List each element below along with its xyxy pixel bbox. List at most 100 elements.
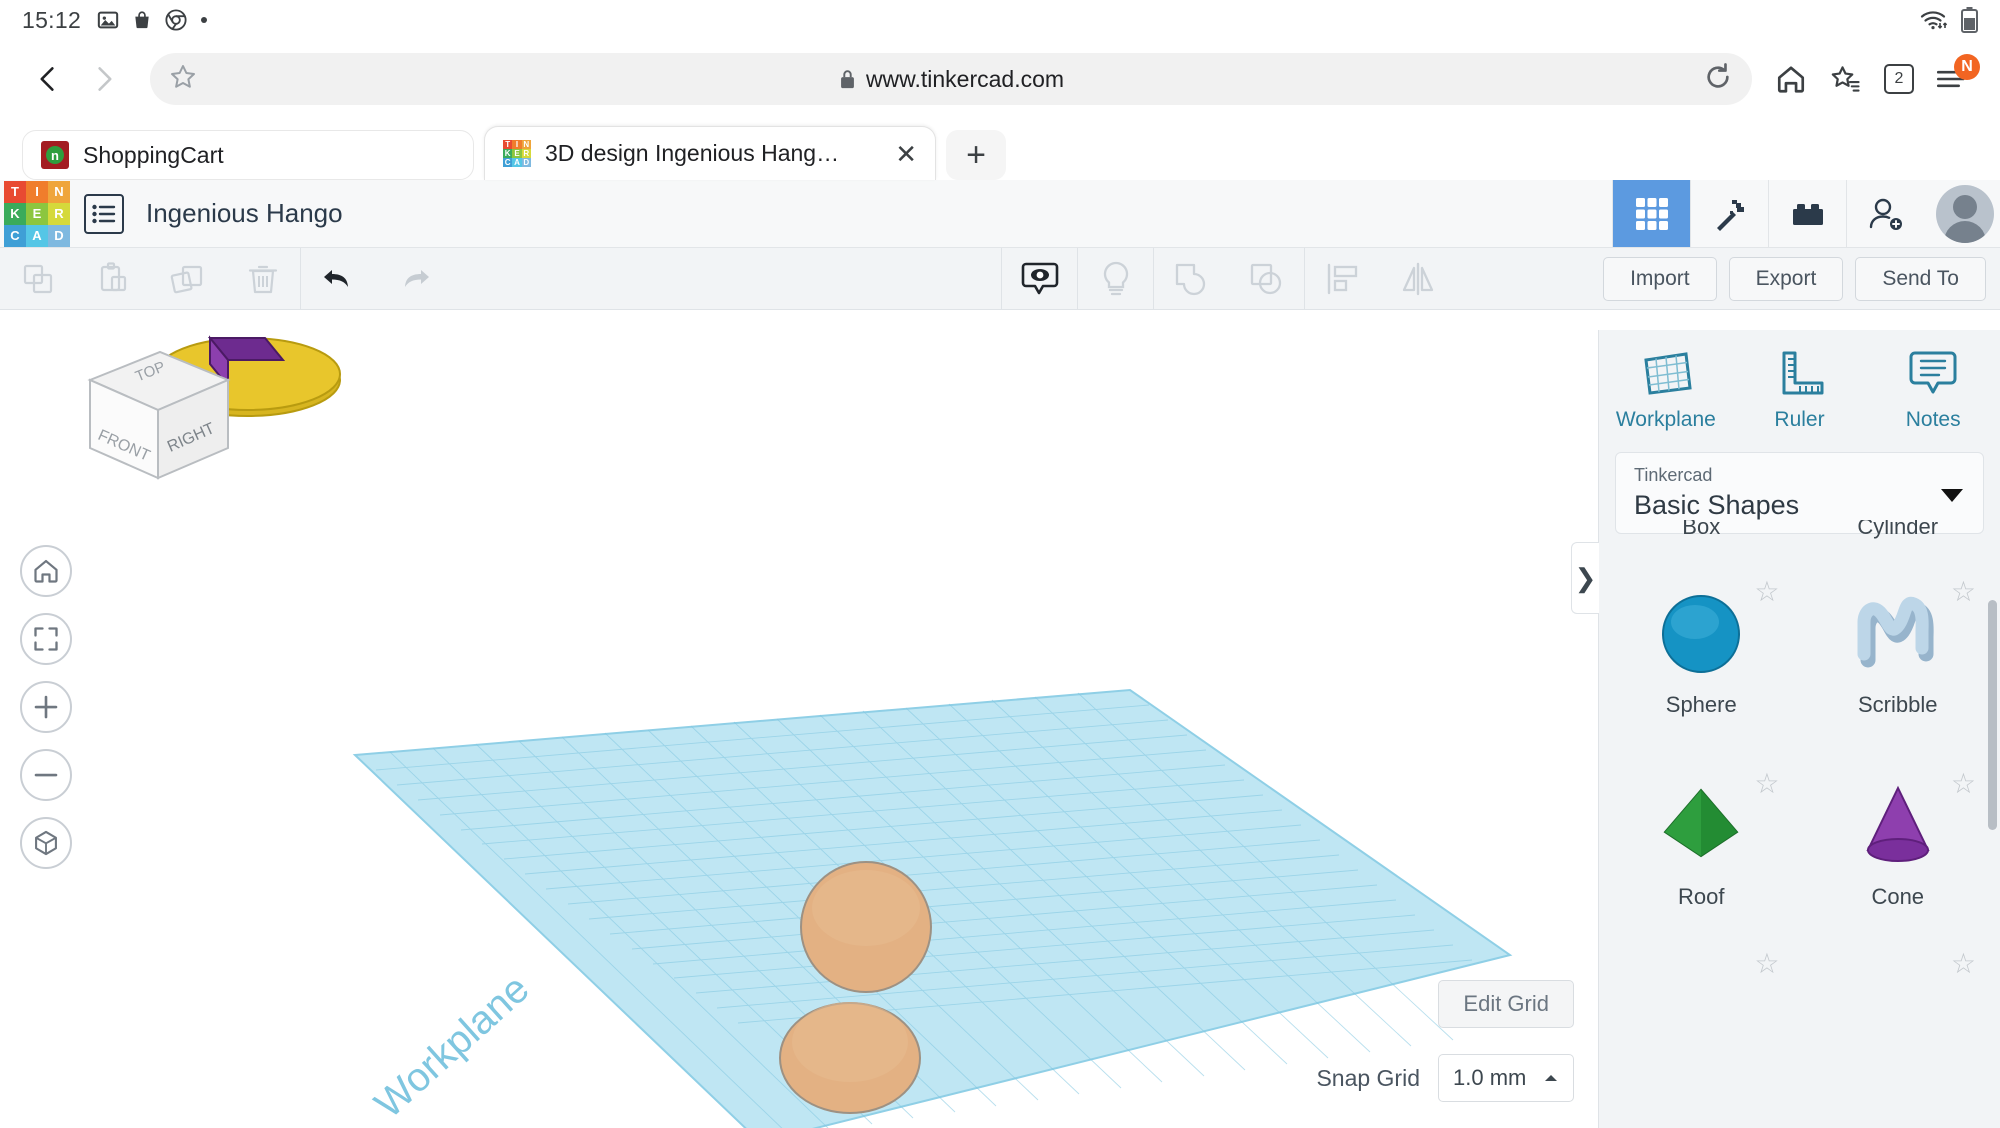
workplane-tool[interactable]: Workplane [1599, 348, 1733, 432]
star-outline-icon[interactable]: ☆ [1754, 770, 1779, 798]
mirror-icon[interactable] [1380, 248, 1455, 309]
star-outline-icon[interactable]: ☆ [1951, 578, 1976, 606]
ruler-tool-label: Ruler [1774, 408, 1824, 432]
star-outline-icon[interactable]: ☆ [1754, 578, 1779, 606]
delete-icon[interactable] [225, 248, 300, 309]
chevron-down-icon [1941, 489, 1963, 502]
shape-row: ☆ Roof ☆ Cone [1603, 762, 1996, 920]
url-text-container: www.tinkercad.com [150, 66, 1752, 93]
copy-icon[interactable] [0, 248, 75, 309]
cone-shape [1852, 780, 1944, 872]
redo-icon[interactable] [376, 248, 451, 309]
orthographic-view-icon[interactable] [20, 817, 72, 869]
bookmarks-button[interactable] [1818, 52, 1872, 106]
shape-item-cone[interactable]: ☆ Cone [1800, 762, 1997, 920]
user-avatar[interactable] [1936, 185, 1994, 243]
workplane-tool-label: Workplane [1616, 408, 1716, 432]
ruler-tool[interactable]: Ruler [1733, 348, 1867, 432]
home-button[interactable] [1764, 52, 1818, 106]
star-outline-icon[interactable]: ☆ [1951, 950, 1976, 978]
snap-grid-select[interactable]: 1.0 mm [1438, 1054, 1574, 1102]
lego-brick-icon[interactable] [1768, 180, 1846, 247]
shape-row: ☆ Sphere ☆ Scribble [1603, 570, 1996, 728]
tinkercad-logo[interactable]: TIN KER CAD [4, 181, 70, 247]
browser-tab-shoppingcart[interactable]: n ShoppingCart [22, 130, 474, 180]
add-person-icon[interactable] [1846, 180, 1924, 247]
snap-grid-label: Snap Grid [1316, 1065, 1420, 1092]
shape-label: Cone [1871, 884, 1924, 910]
status-bar-system-icons [1919, 7, 1978, 33]
view-navigation-buttons [20, 545, 72, 869]
panel-tool-row: Workplane Ruler Notes [1599, 330, 2000, 442]
shape-label-cylinder[interactable]: Cylinder [1800, 520, 1997, 540]
bookmark-star-icon[interactable] [168, 62, 198, 97]
shape-label: Scribble [1858, 692, 1937, 718]
shape-label: Roof [1678, 884, 1724, 910]
tab-count-label: 2 [1884, 64, 1914, 94]
roof-shape [1655, 780, 1747, 872]
shape-item-roof[interactable]: ☆ Roof [1603, 762, 1800, 920]
notes-tool-label: Notes [1906, 408, 1961, 432]
chevron-up-icon [1543, 1072, 1559, 1084]
project-list-menu-icon[interactable] [84, 194, 124, 234]
shapes-panel: ❯ Workplane Ruler [1598, 330, 2000, 1128]
browser-tab-tinkercad[interactable]: TIN KER CAD 3D design Ingenious Hang… ✕ [484, 126, 936, 180]
shoppingcart-favicon: n [41, 141, 69, 169]
sphere-shape [1655, 588, 1747, 680]
address-bar[interactable]: www.tinkercad.com [150, 53, 1752, 105]
minecraft-pickaxe-icon[interactable] [1690, 180, 1768, 247]
reload-icon[interactable] [1702, 61, 1734, 98]
shape-item-next-left[interactable]: ☆ [1603, 942, 1800, 970]
grid-view-icon[interactable] [1612, 180, 1690, 247]
duplicate-icon[interactable] [150, 248, 225, 309]
edit-grid-button[interactable]: Edit Grid [1438, 980, 1574, 1028]
align-icon[interactable] [1305, 248, 1380, 309]
workplane-watermark-label: Workplane [367, 967, 538, 1127]
3d-canvas[interactable]: Workplane TOP FRONT RIGHT [0, 330, 1598, 1128]
star-outline-icon[interactable]: ☆ [1754, 950, 1779, 978]
notes-tool[interactable]: Notes [1866, 348, 2000, 432]
history-tool-group [301, 248, 451, 309]
new-tab-button[interactable]: + [946, 130, 1006, 180]
android-status-bar: 15:12 [0, 0, 2000, 40]
home-view-icon[interactable] [20, 545, 72, 597]
shape-grid[interactable]: Box Cylinder ☆ Sphere ☆ Scribble [1599, 520, 2000, 1128]
export-button[interactable]: Export [1729, 257, 1844, 301]
shape-item-sphere[interactable]: ☆ Sphere [1603, 570, 1800, 728]
shape-library-group-label: Tinkercad [1634, 465, 1965, 486]
star-outline-icon[interactable]: ☆ [1951, 770, 1976, 798]
import-button[interactable]: Import [1603, 257, 1717, 301]
view-cube[interactable]: TOP FRONT RIGHT [60, 330, 350, 490]
shape-item-next-right[interactable]: ☆ [1800, 942, 1997, 970]
snap-grid-value: 1.0 mm [1453, 1065, 1526, 1091]
shape-label-box[interactable]: Box [1603, 520, 1800, 540]
group-icon[interactable] [1154, 248, 1229, 309]
back-button[interactable] [20, 51, 76, 107]
panel-collapse-button[interactable]: ❯ [1571, 542, 1599, 614]
dot-icon [200, 16, 208, 24]
browser-tab-strip: n ShoppingCart TIN KER CAD 3D design Ing… [0, 118, 2000, 180]
ungroup-icon[interactable] [1229, 248, 1304, 309]
zoom-in-icon[interactable] [20, 681, 72, 733]
browser-menu-button[interactable]: N [1926, 52, 1980, 106]
browser-tab-title: 3D design Ingenious Hang… [545, 140, 881, 167]
design-title[interactable]: Ingenious Hango [146, 198, 343, 229]
close-tab-icon[interactable]: ✕ [895, 141, 917, 167]
show-hide-icon[interactable] [1002, 248, 1077, 309]
send-to-button[interactable]: Send To [1855, 257, 1986, 301]
shape-item-scribble[interactable]: ☆ Scribble [1800, 570, 1997, 728]
browser-tab-title: ShoppingCart [83, 142, 455, 169]
tab-switcher-button[interactable]: 2 [1872, 52, 1926, 106]
shape-row-clipped: Box Cylinder [1603, 520, 1996, 540]
undo-icon[interactable] [301, 248, 376, 309]
fit-to-view-icon[interactable] [20, 613, 72, 665]
light-bulb-icon[interactable] [1078, 248, 1153, 309]
view-cube-body: TOP FRONT RIGHT [90, 352, 228, 478]
view-tool-group [1001, 248, 1455, 309]
forward-button[interactable] [76, 51, 132, 107]
paste-icon[interactable] [75, 248, 150, 309]
zoom-out-icon[interactable] [20, 749, 72, 801]
panel-scrollbar[interactable] [1988, 600, 1997, 830]
image-icon [97, 9, 119, 31]
ruler-icon [1772, 348, 1828, 398]
